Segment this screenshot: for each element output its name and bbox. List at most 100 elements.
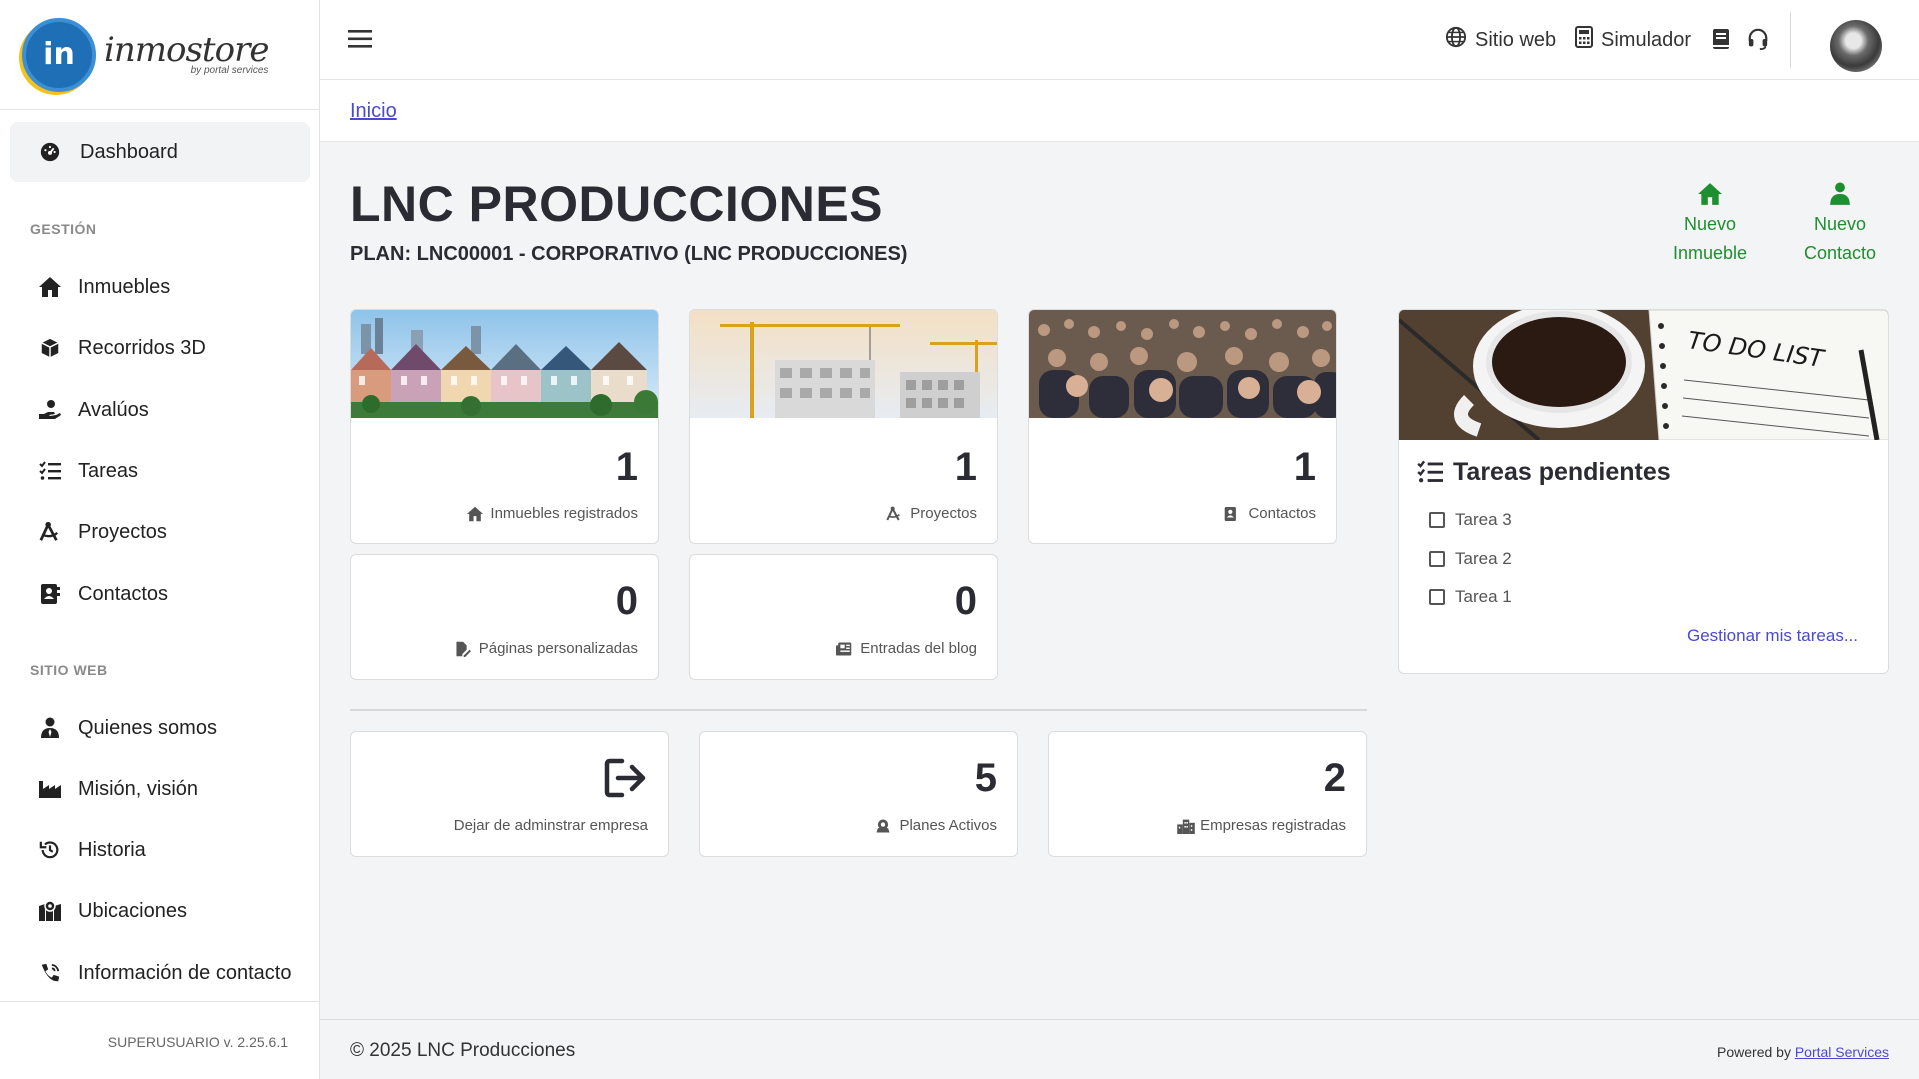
powered-by: Powered by Portal Services [1717, 1044, 1889, 1060]
gestionar-tareas-link[interactable]: Gestionar mis tareas... [1687, 626, 1858, 646]
headset-icon[interactable] [1747, 28, 1771, 52]
sidebar-item-label: Dashboard [80, 140, 178, 163]
calculator-icon [1575, 26, 1593, 54]
home-icon [466, 506, 484, 522]
inmuebles-label-text: Inmuebles registrados [490, 505, 638, 522]
breadcrumb: Inicio [320, 80, 1919, 142]
plan-subtitle: PLAN: LNC00001 - CORPORATIVO (LNC PRODUC… [350, 243, 908, 265]
globe-icon [1445, 26, 1467, 54]
card-proyectos[interactable]: 1 Proyectos [689, 309, 998, 544]
task-item[interactable]: Tarea 2 [1429, 549, 1512, 569]
sidebar-item-inmuebles[interactable]: Inmuebles [0, 263, 320, 311]
empresas-count: 2 [1323, 756, 1346, 800]
sidebar-item-label: Contactos [78, 582, 169, 605]
paginas-count: 0 [615, 579, 638, 623]
simulador-link[interactable]: Simulador [1575, 26, 1691, 54]
sign-out-icon [604, 758, 648, 803]
paginas-label: Páginas personalizadas [455, 640, 638, 657]
sidebar-item-tareas[interactable]: Tareas [0, 447, 320, 495]
task-item[interactable]: Tarea 1 [1429, 587, 1512, 607]
blog-label-text: Entradas del blog [860, 640, 977, 657]
user-avatar[interactable] [1830, 20, 1882, 72]
checkbox[interactable] [1429, 589, 1445, 605]
nuevo-contacto-line1: Nuevo [1813, 214, 1867, 234]
city-icon [1176, 818, 1195, 834]
inmuebles-count: 1 [615, 445, 638, 489]
sidebar-item-quienes-somos[interactable]: Quienes somos [0, 704, 320, 752]
section-sitio-web: SITIO WEB [30, 662, 108, 678]
hamburger-menu-icon[interactable] [348, 28, 372, 52]
sidebar-item-historia[interactable]: Historia [0, 826, 320, 874]
construction-image [690, 310, 997, 418]
card-contactos[interactable]: 1 Contactos [1028, 309, 1337, 544]
sidebar-item-label: Inmuebles [78, 275, 171, 298]
breadcrumb-inicio-link[interactable]: Inicio [350, 100, 397, 123]
todo-list-image: TO DO LIST [1399, 310, 1888, 442]
section-divider [350, 709, 1367, 711]
sidebar-item-avaluos[interactable]: Avalúos [0, 386, 320, 434]
tasks-title: Tareas pendientes [1417, 458, 1671, 487]
card-empresas[interactable]: 2 Empresas registradas [1048, 731, 1367, 857]
nuevo-inmueble-button[interactable]: Nuevo Inmueble [1650, 182, 1770, 268]
proyectos-label-text: Proyectos [910, 505, 977, 522]
newspaper-icon [836, 641, 852, 657]
card-inmuebles[interactable]: 1 Inmuebles registrados [350, 309, 659, 544]
card-blog[interactable]: 0 Entradas del blog [689, 554, 998, 680]
sidebar-item-recorridos-3d[interactable]: Recorridos 3D [0, 324, 320, 372]
task-label: Tarea 2 [1455, 549, 1512, 568]
proyectos-label: Proyectos [886, 505, 977, 522]
task-item[interactable]: Tarea 3 [1429, 510, 1512, 530]
logo-mark: in [22, 17, 96, 92]
card-paginas[interactable]: 0 Páginas personalizadas [350, 554, 659, 680]
nuevo-contacto-button[interactable]: Nuevo Contacto [1780, 182, 1900, 268]
address-book-icon [1224, 506, 1240, 522]
sidebar-item-ubicaciones[interactable]: Ubicaciones [0, 887, 320, 935]
checkbox[interactable] [1429, 551, 1445, 567]
industry-icon [38, 777, 62, 801]
portal-services-link[interactable]: Portal Services [1795, 1044, 1889, 1060]
powered-by-prefix: Powered by [1717, 1044, 1791, 1060]
sidebar-item-label: Información de contacto [78, 961, 292, 984]
nuevo-contacto-line2: Contacto [1803, 243, 1877, 263]
card-dejar-administrar[interactable]: Dejar de adminstrar empresa [350, 731, 669, 857]
sidebar-footer: SUPERUSUARIO v. 2.25.6.1 [0, 1001, 320, 1079]
contactos-count: 1 [1293, 445, 1316, 489]
user-icon [1827, 182, 1853, 208]
dejar-label: Dejar de adminstrar empresa [454, 817, 648, 834]
user-tie-icon [38, 716, 62, 740]
checkbox[interactable] [1429, 512, 1445, 528]
houses-image [351, 310, 658, 418]
sidebar: in inmostore by portal services Dashboar… [0, 0, 320, 1079]
topbar-divider [1790, 12, 1791, 68]
map-location-icon [38, 899, 62, 923]
hand-coin-icon [38, 398, 62, 422]
logo-sub: by portal services [190, 65, 269, 76]
book-icon[interactable] [1711, 28, 1735, 52]
sidebar-item-proyectos[interactable]: Proyectos [0, 508, 320, 556]
contactos-label: Contactos [1224, 505, 1316, 522]
version-label: SUPERUSUARIO v. 2.25.6.1 [107, 1034, 288, 1050]
tasks-card: TO DO LIST Tareas pendientes Tarea 3 Tar… [1398, 309, 1889, 674]
sidebar-item-informacion-contacto[interactable]: Información de contacto [0, 949, 320, 997]
task-label: Tarea 1 [1455, 587, 1512, 606]
card-planes[interactable]: 5 Planes Activos [699, 731, 1018, 857]
logo[interactable]: in inmostore by portal services [0, 0, 319, 110]
dejar-label-text: Dejar de adminstrar empresa [453, 817, 648, 834]
nuevo-inmueble-line1: Nuevo [1683, 214, 1737, 234]
sidebar-item-mision-vision[interactable]: Misión, visión [0, 765, 320, 813]
empresas-label-text: Empresas registradas [1200, 817, 1346, 834]
sitio-web-link[interactable]: Sitio web [1445, 26, 1556, 54]
sidebar-item-contactos[interactable]: Contactos [0, 570, 320, 618]
page-title: LNC PRODUCCIONES [350, 176, 884, 232]
compass-drafting-icon [886, 506, 902, 522]
sidebar-item-label: Proyectos [78, 520, 167, 543]
planes-label-text: Planes Activos [899, 817, 997, 834]
home-icon [38, 275, 62, 299]
nuevo-inmueble-line2: Inmueble [1672, 243, 1748, 263]
sidebar-item-dashboard[interactable]: Dashboard [10, 122, 310, 182]
task-list-icon [38, 459, 62, 483]
home-icon [1697, 182, 1723, 208]
tasks-title-text: Tareas pendientes [1453, 458, 1671, 486]
copyright: © 2025 LNC Producciones [350, 1040, 576, 1061]
sidebar-item-label: Avalúos [78, 398, 149, 421]
